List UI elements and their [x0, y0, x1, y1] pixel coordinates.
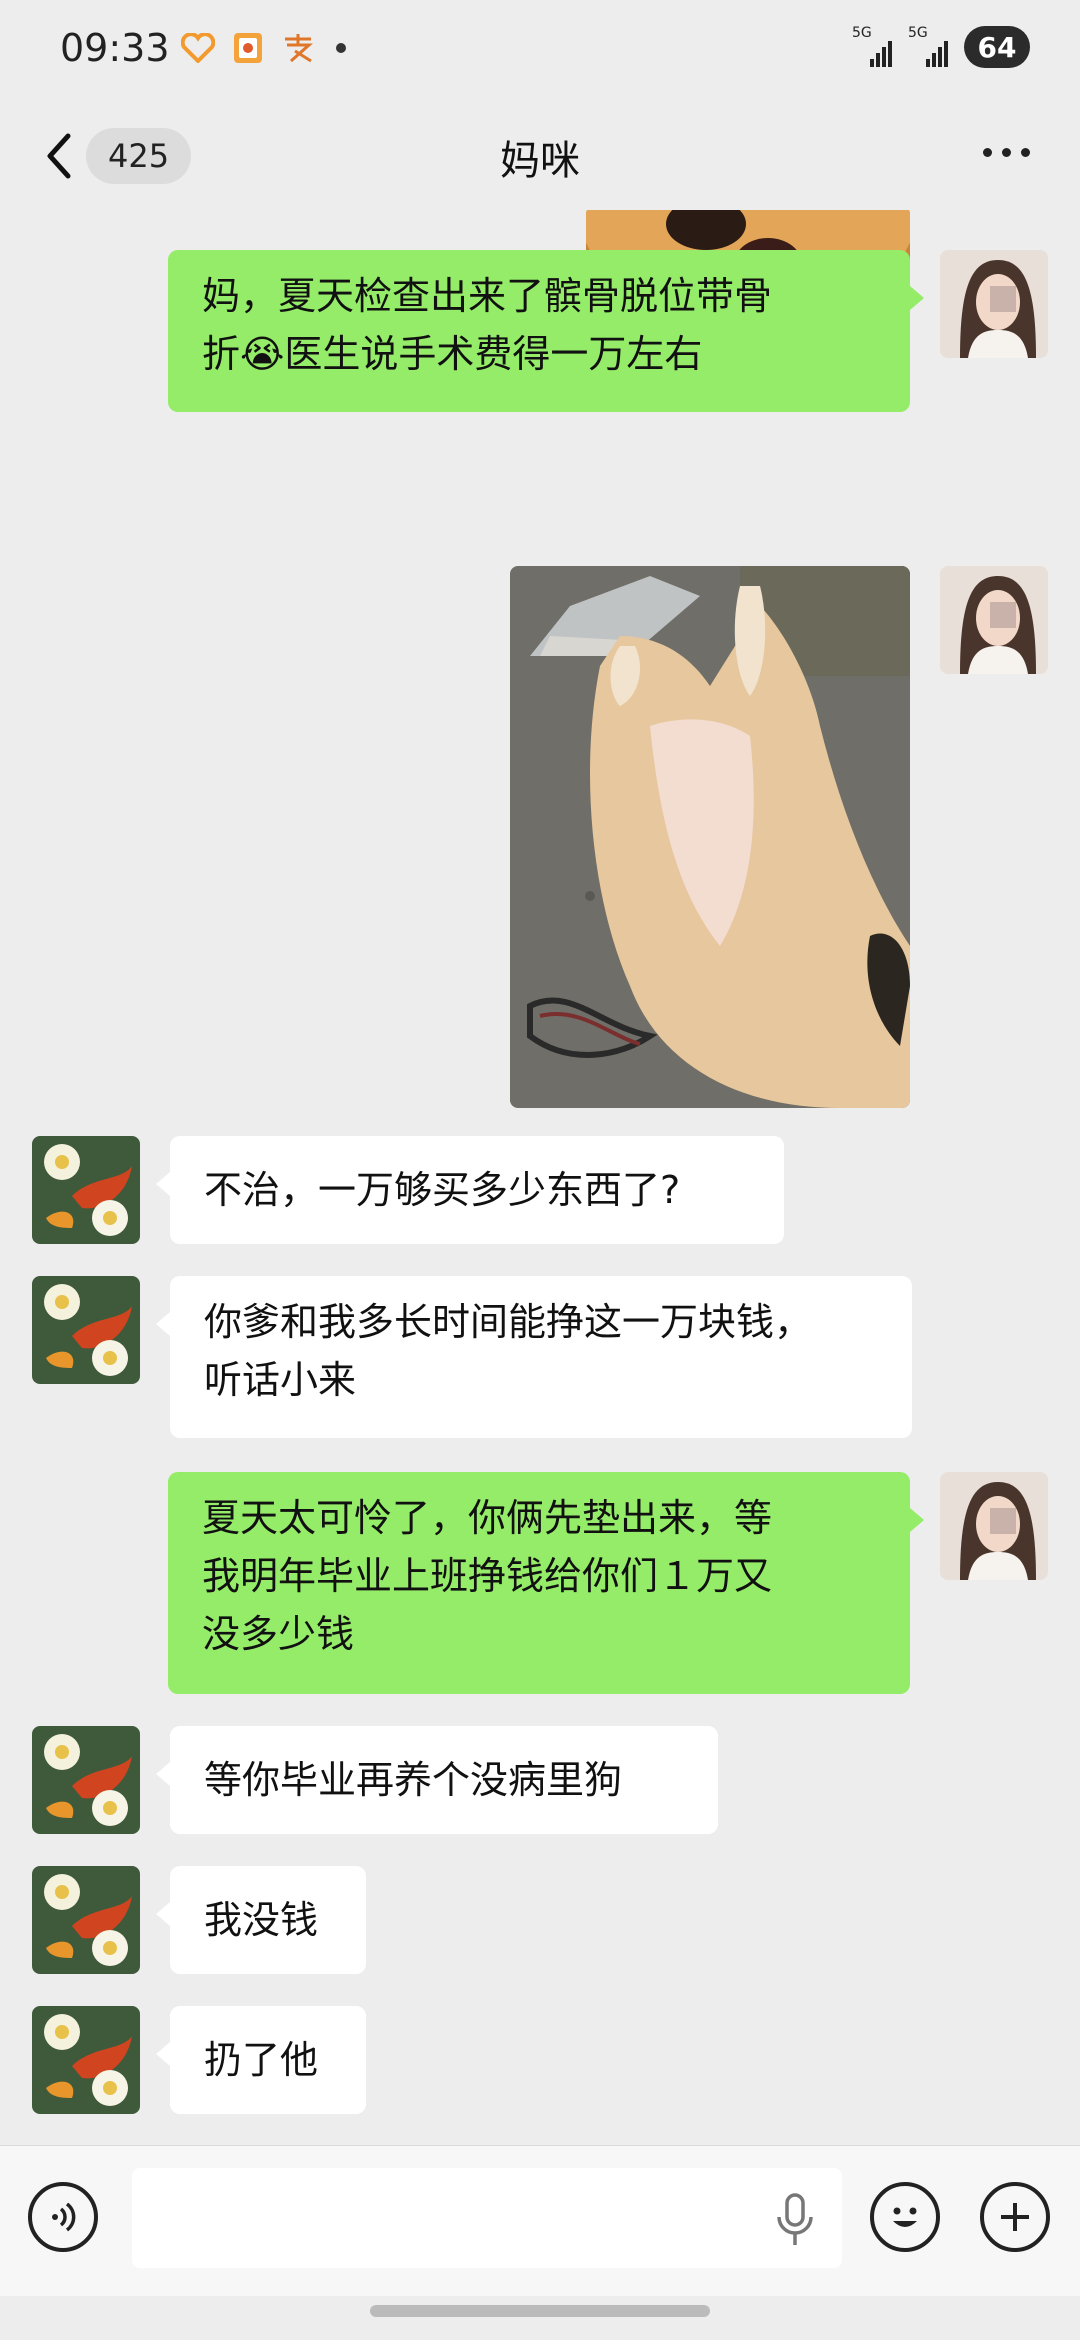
home-indicator[interactable] [370, 2305, 710, 2317]
dot-icon [336, 43, 346, 53]
smile-icon [893, 2207, 917, 2227]
message-text: 折 [202, 332, 241, 376]
input-bar [0, 2145, 1080, 2296]
red-packet-icon [230, 30, 266, 66]
dot-icon [1021, 148, 1030, 157]
my-avatar[interactable] [940, 566, 1048, 674]
more-actions-button[interactable] [980, 2182, 1050, 2252]
microphone-icon[interactable] [770, 2191, 820, 2255]
message-text: 你爹和我多长时间能挣这一万块钱， [204, 1300, 813, 1344]
message-text: 扔了他 [204, 2038, 319, 2082]
status-notification-icons [180, 30, 346, 66]
message-bubble-received[interactable]: 我没钱 [156, 1866, 366, 1974]
message-text: 医生说手术费得一万左右 [284, 332, 703, 376]
my-avatar[interactable] [940, 1472, 1048, 1580]
voice-wave-icon [52, 2202, 76, 2232]
message-bubble-sent[interactable]: 妈，夏天检查出来了髌骨脱位带骨 折😭医生说手术费得一万左右 [168, 250, 924, 412]
emoji-button[interactable] [870, 2182, 940, 2252]
message-text: 没多少钱 [202, 1612, 355, 1656]
chat-header: 425 妈咪 [0, 110, 1080, 200]
contact-avatar[interactable] [32, 1726, 140, 1834]
message-text: 妈，夏天检查出来了髌骨脱位带骨 [202, 274, 773, 318]
message-bubble-received[interactable]: 不治，一万够买多少东西了? [156, 1136, 784, 1244]
heart-link-icon [180, 30, 216, 66]
message-bubble-received[interactable]: 等你毕业再养个没病里狗 [156, 1726, 718, 1834]
more-options-button[interactable] [983, 148, 1030, 157]
message-image-dog[interactable] [510, 566, 910, 1108]
message-text: 夏天太可怜了，你俩先垫出来，等 [202, 1496, 773, 1540]
contact-avatar[interactable] [32, 1866, 140, 1974]
alipay-icon [280, 30, 316, 66]
message-input[interactable] [132, 2168, 842, 2268]
voice-input-button[interactable] [28, 2182, 98, 2252]
message-bubble-sent[interactable]: 夏天太可怜了，你俩先垫出来，等 我明年毕业上班挣钱给你们１万又 没多少钱 [168, 1472, 924, 1694]
status-bar: 09:33 5G 5G 64 [0, 0, 1080, 100]
status-time: 09:33 [60, 26, 170, 70]
message-text: 我明年毕业上班挣钱给你们１万又 [202, 1554, 773, 1598]
plus-icon [1001, 2203, 1029, 2231]
signal-icon: 5G [852, 25, 892, 67]
message-text: 我没钱 [204, 1898, 319, 1942]
status-right: 5G 5G 64 [852, 25, 1030, 68]
crying-emoji-icon: 😭 [240, 332, 285, 376]
signal-icon: 5G [908, 25, 948, 67]
message-text: 等你毕业再养个没病里狗 [204, 1758, 623, 1802]
contact-avatar[interactable] [32, 1276, 140, 1384]
dot-icon [1002, 148, 1011, 157]
message-text: 不治，一万够买多少东西了? [204, 1168, 681, 1212]
message-bubble-received[interactable]: 你爹和我多长时间能挣这一万块钱， 听话小来 [156, 1276, 912, 1438]
my-avatar[interactable] [940, 250, 1048, 358]
contact-avatar[interactable] [32, 2006, 140, 2114]
battery-indicator: 64 [964, 26, 1030, 68]
message-bubble-received[interactable]: 扔了他 [156, 2006, 366, 2114]
message-text: 听话小来 [204, 1358, 357, 1402]
chat-title: 妈咪 [500, 138, 580, 184]
message-text-line: 折😭医生说手术费得一万左右 [202, 325, 876, 383]
dot-icon [983, 148, 992, 157]
contact-avatar[interactable] [32, 1136, 140, 1244]
message-list[interactable]: 妈，夏天检查出来了髌骨脱位带骨 折😭医生说手术费得一万左右 不治，一万够买多少东… [0, 210, 1080, 2140]
